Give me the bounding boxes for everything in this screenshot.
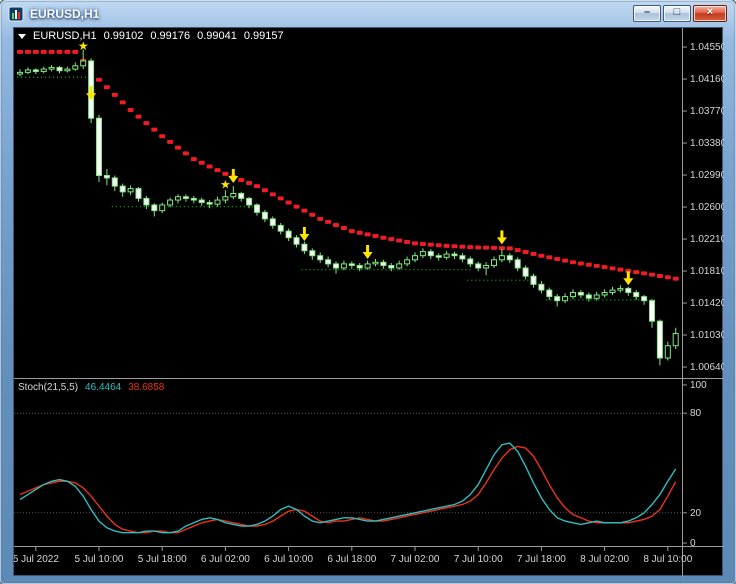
stoch-main-line bbox=[19, 442, 677, 534]
stoch-signal-value: 38.6858 bbox=[128, 382, 165, 393]
maximize-button[interactable]: □ bbox=[663, 5, 691, 22]
svg-text:1.03770: 1.03770 bbox=[690, 106, 724, 117]
svg-text:1.04160: 1.04160 bbox=[690, 74, 724, 85]
chart-client-area[interactable]: ★ ★ 1.04550 1.04160 1.03770 1.03380 1.02990 1.0… bbox=[13, 27, 724, 577]
stoch-level-lines bbox=[14, 412, 682, 514]
svg-text:5 Jul 18:00: 5 Jul 18:00 bbox=[138, 554, 187, 565]
quote-header: EURUSD,H1 0.99102 0.99176 0.99041 0.9915… bbox=[18, 30, 284, 42]
stoch-main-value: 46.4464 bbox=[85, 382, 122, 393]
svg-text:1.01810: 1.01810 bbox=[690, 266, 724, 277]
svg-text:20: 20 bbox=[690, 508, 702, 519]
stoch-signal-line bbox=[19, 445, 677, 534]
svg-text:80: 80 bbox=[690, 408, 702, 419]
svg-text:7 Jul 02:00: 7 Jul 02:00 bbox=[391, 554, 440, 565]
svg-text:6 Jul 02:00: 6 Jul 02:00 bbox=[201, 554, 250, 565]
title-bar[interactable]: EURUSD,H1 – □ × bbox=[0, 0, 736, 27]
svg-text:6 Jul 10:00: 6 Jul 10:00 bbox=[264, 554, 313, 565]
quote-open: 0.99102 bbox=[103, 30, 144, 42]
svg-text:1.01420: 1.01420 bbox=[690, 298, 724, 309]
svg-text:5 Jul 2022: 5 Jul 2022 bbox=[14, 554, 59, 565]
window-title: EURUSD,H1 bbox=[30, 6, 100, 21]
svg-text:1.01030: 1.01030 bbox=[690, 330, 724, 341]
indicator-label: Stoch(21,5,5) 46.4464 38.6858 bbox=[18, 382, 164, 393]
svg-text:7 Jul 10:00: 7 Jul 10:00 bbox=[454, 554, 503, 565]
minimize-button[interactable]: – bbox=[633, 5, 661, 22]
chart-canvas[interactable]: ★★1.045501.041601.037701.033801.029901.0… bbox=[14, 28, 724, 577]
chart-window: EURUSD,H1 – □ × ★ ★ 1.04550 1.04160 1.03770 1… bbox=[0, 0, 736, 584]
quote-low: 0.99041 bbox=[197, 30, 237, 42]
close-icon: × bbox=[706, 6, 714, 18]
svg-text:1.03380: 1.03380 bbox=[690, 138, 724, 149]
stoch-axis: 100 80 20 0 bbox=[682, 380, 707, 549]
indicator-name: Stoch(21,5,5) bbox=[18, 382, 79, 393]
maximize-icon: □ bbox=[673, 6, 681, 18]
symbol-marker-icon bbox=[18, 34, 26, 39]
svg-text:1.02600: 1.02600 bbox=[690, 202, 724, 213]
svg-text:0: 0 bbox=[690, 538, 696, 549]
svg-text:100: 100 bbox=[690, 380, 707, 391]
svg-text:6 Jul 18:00: 6 Jul 18:00 bbox=[327, 554, 376, 565]
svg-text:1.04550: 1.04550 bbox=[690, 42, 724, 53]
close-button[interactable]: × bbox=[693, 5, 727, 22]
trend-dashes bbox=[17, 49, 679, 281]
quote-close: 0.99157 bbox=[243, 30, 284, 42]
window-icon bbox=[8, 6, 24, 22]
svg-text:1.00640: 1.00640 bbox=[690, 362, 724, 373]
svg-text:8 Jul 02:00: 8 Jul 02:00 bbox=[580, 554, 629, 565]
quote-high: 0.99176 bbox=[150, 30, 191, 42]
svg-text:★: ★ bbox=[220, 177, 231, 191]
quote-symbol: EURUSD,H1 bbox=[33, 30, 97, 42]
price-axis: 1.04550 1.04160 1.03770 1.03380 1.02990 1.026… bbox=[682, 42, 724, 373]
window-controls: – □ × bbox=[633, 5, 727, 22]
time-axis: 5 Jul 2022 5 Jul 10:00 5 Jul 18:00 6 Jul 02… bbox=[14, 546, 693, 565]
svg-text:7 Jul 18:00: 7 Jul 18:00 bbox=[517, 554, 566, 565]
svg-text:5 Jul 10:00: 5 Jul 10:00 bbox=[75, 554, 124, 565]
minimize-icon: – bbox=[643, 6, 651, 18]
svg-text:1.02990: 1.02990 bbox=[690, 170, 724, 181]
svg-text:1.02210: 1.02210 bbox=[690, 234, 724, 245]
svg-text:8 Jul 10:00: 8 Jul 10:00 bbox=[643, 554, 692, 565]
